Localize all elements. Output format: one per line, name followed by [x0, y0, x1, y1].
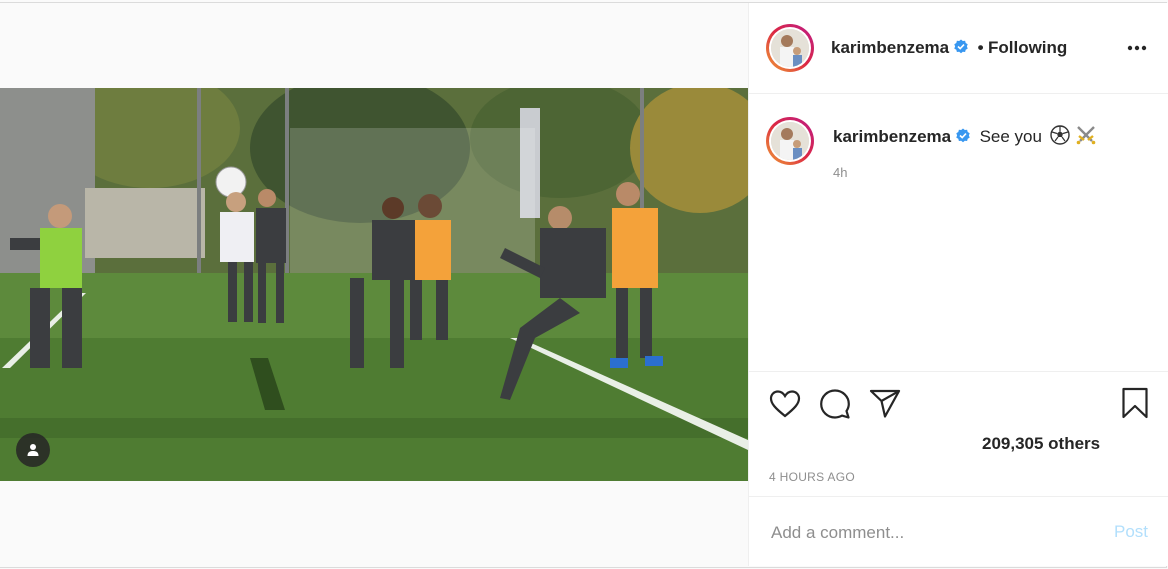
bookmark-icon [1122, 387, 1148, 419]
post-timestamp[interactable]: 4 HOURS AGO [769, 470, 855, 484]
caption-line: karimbenzema See you [833, 125, 1097, 150]
heart-icon [769, 390, 801, 418]
share-button[interactable] [869, 389, 901, 424]
comment-icon [820, 389, 850, 419]
post-photo[interactable] [0, 88, 748, 481]
author-avatar[interactable] [766, 24, 814, 72]
verified-badge-icon [955, 128, 971, 149]
likes-count[interactable]: 209,305 others [982, 434, 1100, 454]
following-button[interactable]: Following [988, 38, 1067, 57]
avatar-image [771, 29, 809, 67]
like-button[interactable] [769, 389, 801, 424]
training-photo-illustration [0, 88, 748, 481]
caption-text: See you [979, 127, 1042, 146]
comment-input[interactable] [769, 521, 1073, 545]
comment-bar: Post [749, 496, 1168, 567]
header-user-line: karimbenzema • Following [831, 38, 1067, 60]
tagged-people-button[interactable] [16, 433, 50, 467]
more-options-button[interactable] [1126, 38, 1148, 58]
share-icon [869, 389, 901, 418]
more-options-icon [1127, 45, 1147, 51]
comment-button[interactable] [819, 388, 851, 425]
caption-avatar[interactable] [766, 117, 814, 165]
instagram-post-view: karimbenzema • Following karimbenzema Se… [0, 0, 1168, 569]
crossed-swords-emoji [1075, 125, 1097, 150]
person-tag-icon [27, 444, 39, 456]
caption-username[interactable]: karimbenzema [833, 127, 951, 146]
soccer-ball-emoji [1050, 125, 1071, 150]
post-comment-button[interactable]: Post [1114, 522, 1148, 542]
header-separator: • [977, 38, 984, 57]
verified-badge-icon [953, 39, 969, 60]
post-header: karimbenzema • Following [749, 3, 1168, 94]
caption-relative-time: 4h [833, 165, 848, 180]
header-username[interactable]: karimbenzema [831, 38, 949, 57]
save-button[interactable] [1121, 387, 1149, 424]
post-sidebar: karimbenzema • Following karimbenzema Se… [748, 3, 1168, 566]
avatar-image [771, 122, 809, 160]
